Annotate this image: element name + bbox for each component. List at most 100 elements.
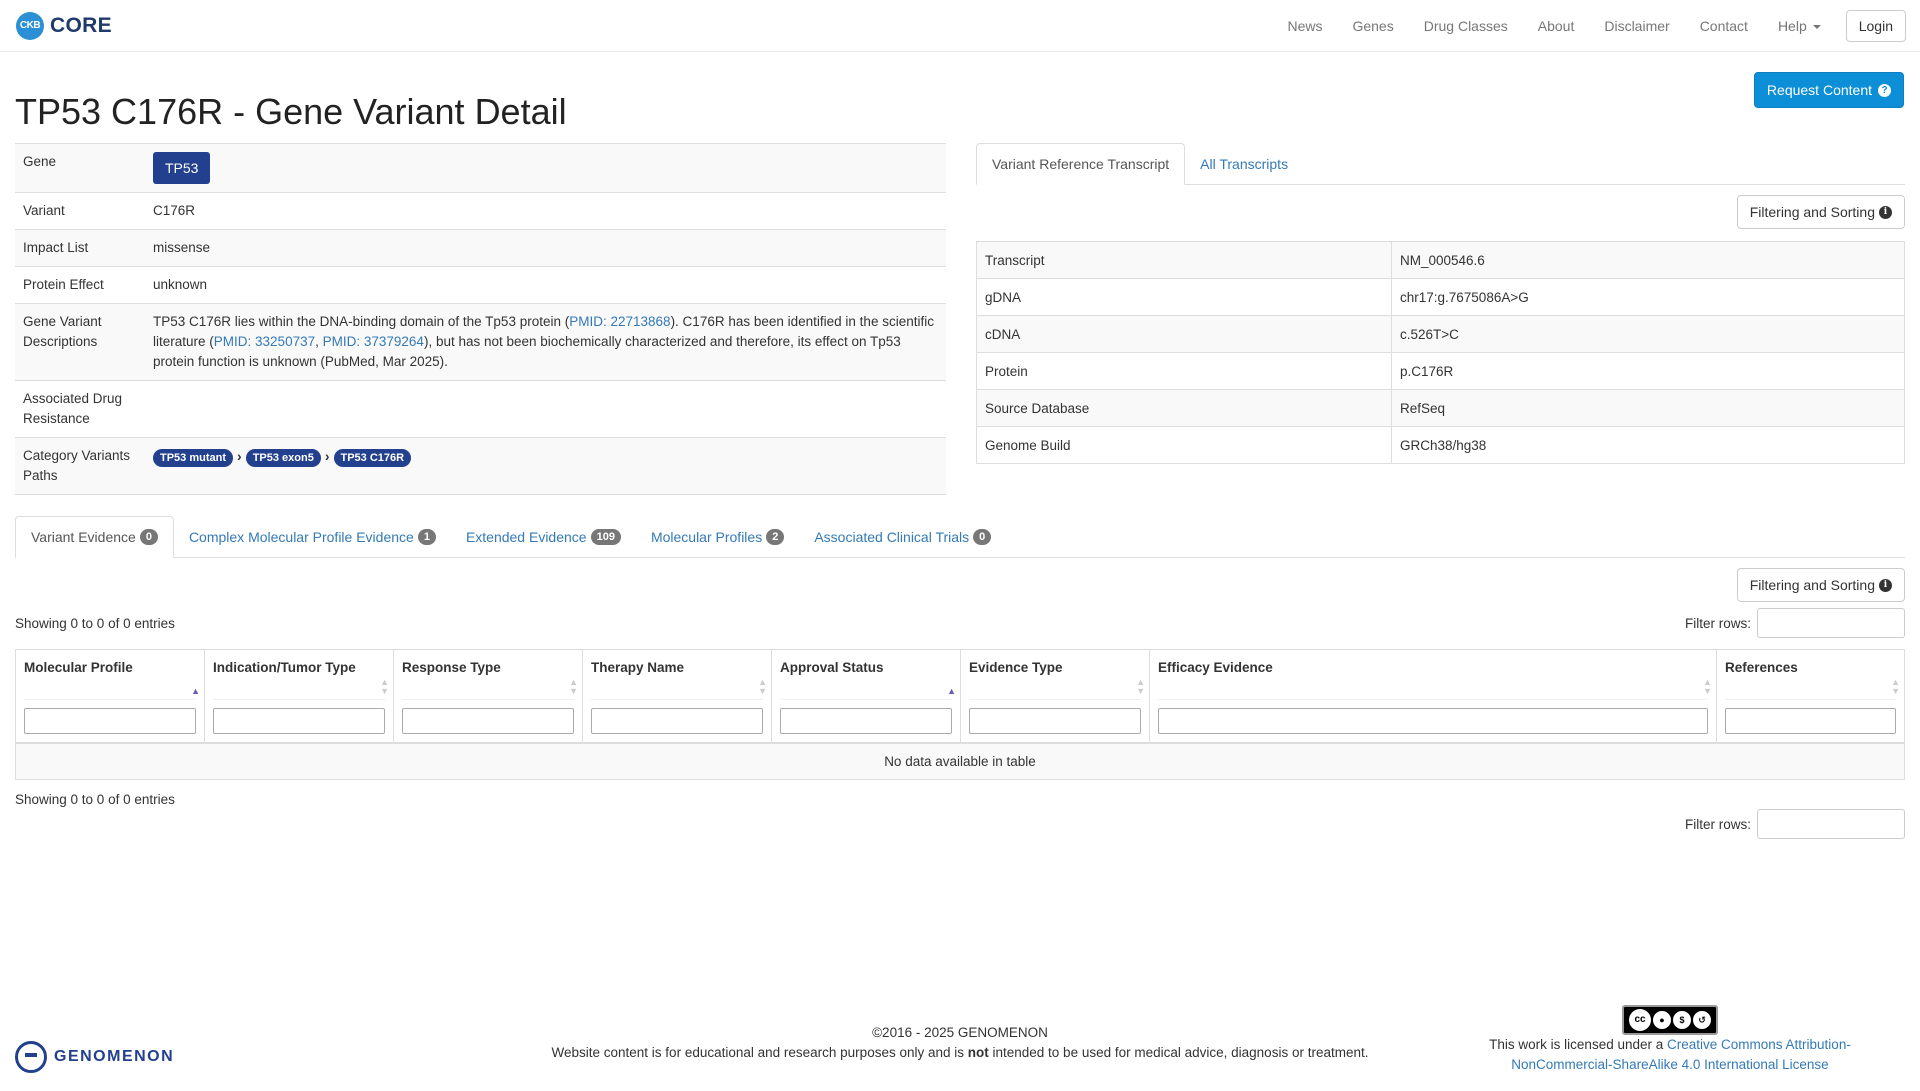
sort-both-icon: ▲ ▼ xyxy=(758,676,767,696)
col-indication-tumor-type[interactable]: Indication/Tumor Type ▲ ▼ xyxy=(204,649,394,700)
col-filter-references[interactable] xyxy=(1725,707,1896,734)
count-badge: 0 xyxy=(973,528,992,545)
ckb-logo-icon: CKB xyxy=(16,11,44,40)
gene-button[interactable]: TP53 xyxy=(153,152,211,184)
col-label: Response Type xyxy=(402,660,501,675)
chevron-right-icon: › xyxy=(324,448,330,464)
nav-about[interactable]: About xyxy=(1523,18,1590,34)
request-content-button[interactable]: Request Content ? xyxy=(1753,72,1904,108)
table-info-top: Showing 0 to 0 of 0 entries Filter rows: xyxy=(15,608,1905,638)
col-filter-efficacy-evidence[interactable] xyxy=(1158,707,1708,734)
sort-both-icon: ▲ ▼ xyxy=(380,676,389,696)
nav-help-label: Help xyxy=(1777,17,1807,34)
count-badge: 0 xyxy=(139,529,158,545)
disclaimer-text-2: intended to be used for medical advice, … xyxy=(988,1045,1369,1060)
row-category-paths: Category Variants Paths TP53 mutant › TP53… xyxy=(15,437,946,495)
transcript-label: Genome Build xyxy=(976,426,1392,464)
path-pill-tp53-mutant[interactable]: TP53 mutant xyxy=(153,449,234,467)
value-category-paths: TP53 mutant › TP53 exon5 › TP53 C176R xyxy=(145,437,946,495)
tab-complex-molecular-profile-evidence[interactable]: Complex Molecular Profile Evidence 1 xyxy=(174,516,451,557)
col-therapy-name[interactable]: Therapy Name ▲ ▼ xyxy=(582,649,772,700)
col-filter-indication-tumor-type[interactable] xyxy=(213,707,385,734)
col-filter-therapy-name[interactable] xyxy=(591,707,763,734)
col-label: Therapy Name xyxy=(591,660,685,675)
tab-label: Complex Molecular Profile Evidence xyxy=(188,528,414,545)
top-section: Gene TP53 Variant C176R Impact List miss… xyxy=(0,143,1920,495)
col-references[interactable]: References ▲ ▼ xyxy=(1717,650,1905,700)
tab-associated-clinical-trials[interactable]: Associated Clinical Trials 0 xyxy=(799,516,1006,557)
count-badge: 2 xyxy=(766,528,785,545)
count-badge: 1 xyxy=(417,528,436,545)
desc-comma: , xyxy=(315,334,323,349)
desc-text-1: TP53 C176R lies within the DNA-binding d… xyxy=(153,314,570,329)
path-pill-tp53-c176r[interactable]: TP53 C176R xyxy=(333,449,412,467)
pmid-link-2[interactable]: PMID: 33250737 xyxy=(214,334,315,349)
path-pill-tp53-exon5[interactable]: TP53 exon5 xyxy=(245,449,321,467)
col-label: References xyxy=(1725,660,1798,675)
value-protein-effect: unknown xyxy=(145,266,946,304)
transcript-value: p.C176R xyxy=(1391,352,1905,390)
filter-sort-label: Filtering and Sorting xyxy=(1749,204,1875,220)
value-description: TP53 C176R lies within the DNA-binding d… xyxy=(145,303,946,381)
col-efficacy-evidence[interactable]: Efficacy Evidence ▲ ▼ xyxy=(1149,649,1717,700)
tab-molecular-profiles[interactable]: Molecular Profiles 2 xyxy=(636,516,799,557)
nav-contact[interactable]: Contact xyxy=(1685,18,1763,34)
tab-all-transcripts[interactable]: All Transcripts xyxy=(1185,143,1303,184)
tab-extended-evidence[interactable]: Extended Evidence 109 xyxy=(451,516,636,557)
nav-disclaimer[interactable]: Disclaimer xyxy=(1589,18,1684,34)
brand-logo[interactable]: CKB CORE xyxy=(16,11,112,40)
label-protein-effect: Protein Effect xyxy=(15,266,145,304)
request-content-label: Request Content xyxy=(1766,82,1872,98)
nav-genes[interactable]: Genes xyxy=(1337,18,1408,34)
filter-rows-input-bottom[interactable] xyxy=(1757,809,1905,839)
col-evidence-type[interactable]: Evidence Type ▲ ▼ xyxy=(960,649,1150,700)
chevron-right-icon: › xyxy=(237,448,242,464)
col-response-type[interactable]: Response Type ▲ ▼ xyxy=(393,649,583,700)
filter-rows-input-top[interactable] xyxy=(1757,608,1905,638)
table-row: Genome Build GRCh38/hg38 xyxy=(976,426,1905,464)
table-row: No data available in table xyxy=(15,742,1905,780)
col-filter-evidence-type[interactable] xyxy=(969,707,1141,734)
col-label: Molecular Profile xyxy=(24,660,133,675)
info-circle-icon: i xyxy=(1879,205,1892,219)
evidence-filter-row: Filtering and Sorting i xyxy=(15,568,1905,602)
label-variant: Variant xyxy=(15,192,145,230)
evidence-section: Variant Evidence 0 Complex Molecular Prof… xyxy=(15,516,1905,839)
label-drug-resistance: Associated Drug Resistance xyxy=(15,380,145,438)
row-protein-effect: Protein Effect unknown xyxy=(15,266,946,304)
col-approval-status[interactable]: Approval Status ▲ xyxy=(771,649,961,700)
col-label: Efficacy Evidence xyxy=(1158,660,1273,675)
filter-sort-label: Filtering and Sorting xyxy=(1749,577,1875,593)
tab-label: Extended Evidence xyxy=(465,528,587,545)
transcript-filter-sort-button[interactable]: Filtering and Sorting i xyxy=(1736,195,1905,229)
col-filter-response-type[interactable] xyxy=(402,707,574,734)
tab-variant-evidence[interactable]: Variant Evidence 0 xyxy=(15,516,174,558)
label-gene: Gene xyxy=(15,143,145,193)
nav-news[interactable]: News xyxy=(1272,18,1337,34)
transcript-label: cDNA xyxy=(976,315,1392,353)
table-info-bottom: Filter rows: xyxy=(15,809,1905,839)
col-filter-approval-status[interactable] xyxy=(780,707,952,734)
tab-variant-reference-transcript[interactable]: Variant Reference Transcript xyxy=(976,143,1186,185)
showing-entries-top: Showing 0 to 0 of 0 entries xyxy=(15,615,175,631)
col-molecular-profile[interactable]: Molecular Profile ▲ xyxy=(15,649,205,700)
nav-help-dropdown[interactable]: Help xyxy=(1763,18,1836,34)
filter-rows-label: Filter rows: xyxy=(1684,816,1751,832)
pmid-link-3[interactable]: PMID: 37379264 xyxy=(323,334,424,349)
col-filter-molecular-profile[interactable] xyxy=(24,707,196,734)
evidence-filter-sort-button[interactable]: Filtering and Sorting i xyxy=(1736,568,1905,602)
filter-input-row xyxy=(15,699,1905,744)
transcript-filter-row: Filtering and Sorting i xyxy=(976,195,1905,229)
login-button[interactable]: Login xyxy=(1845,9,1906,42)
variant-detail-panel: Gene TP53 Variant C176R Impact List miss… xyxy=(15,143,946,495)
showing-entries-bottom: Showing 0 to 0 of 0 entries xyxy=(15,792,175,807)
nav-drug-classes[interactable]: Drug Classes xyxy=(1409,18,1523,34)
page-title: TP53 C176R - Gene Variant Detail xyxy=(15,91,567,132)
cc-license-badge-icon[interactable]: cc ● $ ↺ xyxy=(1622,1005,1718,1035)
caret-down-icon xyxy=(1812,24,1821,29)
transcript-value: chr17:g.7675086A>G xyxy=(1391,278,1905,316)
sort-both-icon: ▲ ▼ xyxy=(1136,676,1145,696)
filter-rows-top: Filter rows: xyxy=(1685,608,1905,638)
sort-asc-icon: ▲ xyxy=(191,685,200,696)
pmid-link-1[interactable]: PMID: 22713868 xyxy=(569,314,670,329)
